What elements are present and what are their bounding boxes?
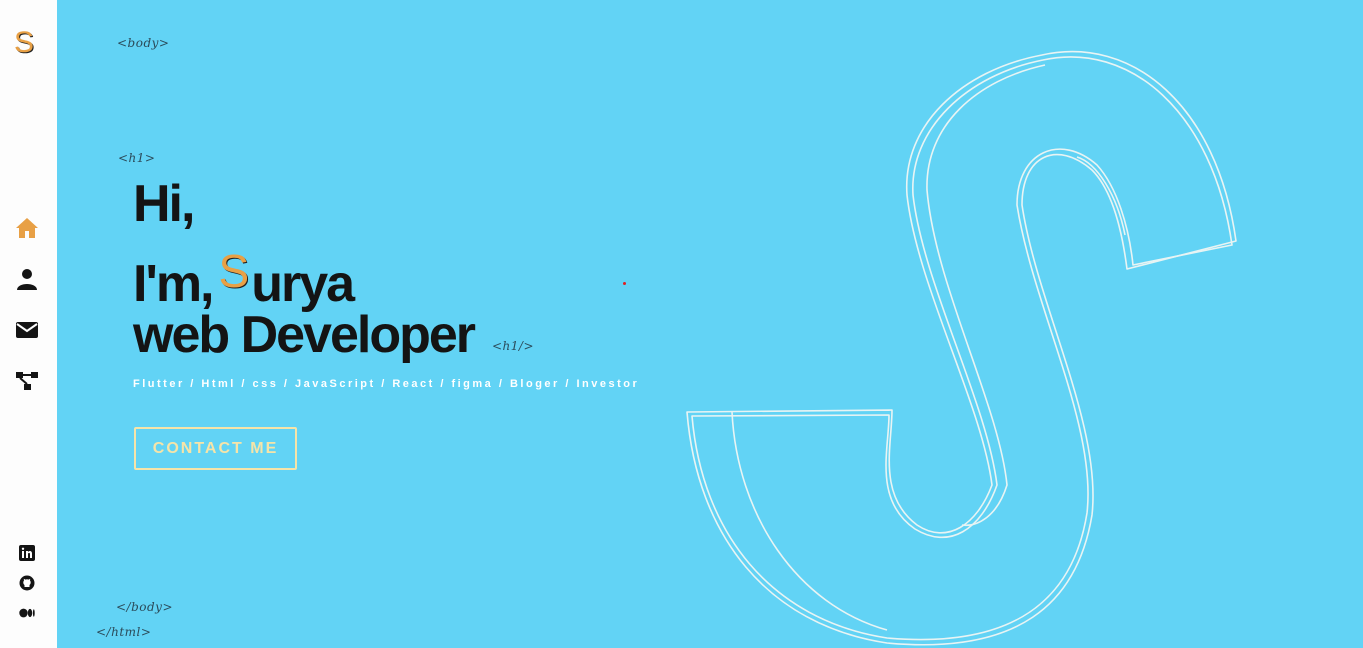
decorative-s-outline bbox=[686, 50, 1237, 646]
medium-icon[interactable] bbox=[19, 605, 35, 621]
hero-initial: S bbox=[218, 245, 250, 297]
html-close-tag: </html> bbox=[96, 625, 152, 639]
contact-me-button[interactable]: CONTACT ME bbox=[134, 427, 297, 470]
hero-im: I'm, bbox=[133, 255, 214, 313]
hero-line-2: I'm, Surya bbox=[133, 248, 355, 313]
hero-line-3: web Developer bbox=[133, 306, 476, 364]
h1-close-tag: <h1/> bbox=[492, 339, 535, 353]
body-close-tag: </body> bbox=[116, 600, 174, 614]
sidebar: S bbox=[0, 0, 57, 648]
hero-name-rest: urya bbox=[251, 255, 355, 313]
logo[interactable]: S bbox=[14, 26, 34, 60]
mail-icon[interactable] bbox=[15, 318, 39, 342]
skills-list: Flutter / Html / css / JavaScript / Reac… bbox=[133, 378, 640, 390]
main-hero: <body> <h1> Hi, I'm, Surya web Developer … bbox=[57, 0, 1363, 648]
linkedin-icon[interactable] bbox=[19, 545, 35, 561]
cursor-dot bbox=[623, 282, 626, 285]
github-icon[interactable] bbox=[19, 575, 35, 591]
h1-open-tag: <h1> bbox=[118, 151, 156, 165]
projects-icon[interactable] bbox=[15, 369, 39, 393]
home-icon[interactable] bbox=[15, 216, 39, 240]
body-open-tag: <body> bbox=[117, 36, 170, 50]
hero-line-1: Hi, bbox=[133, 175, 195, 233]
user-icon[interactable] bbox=[15, 267, 39, 291]
